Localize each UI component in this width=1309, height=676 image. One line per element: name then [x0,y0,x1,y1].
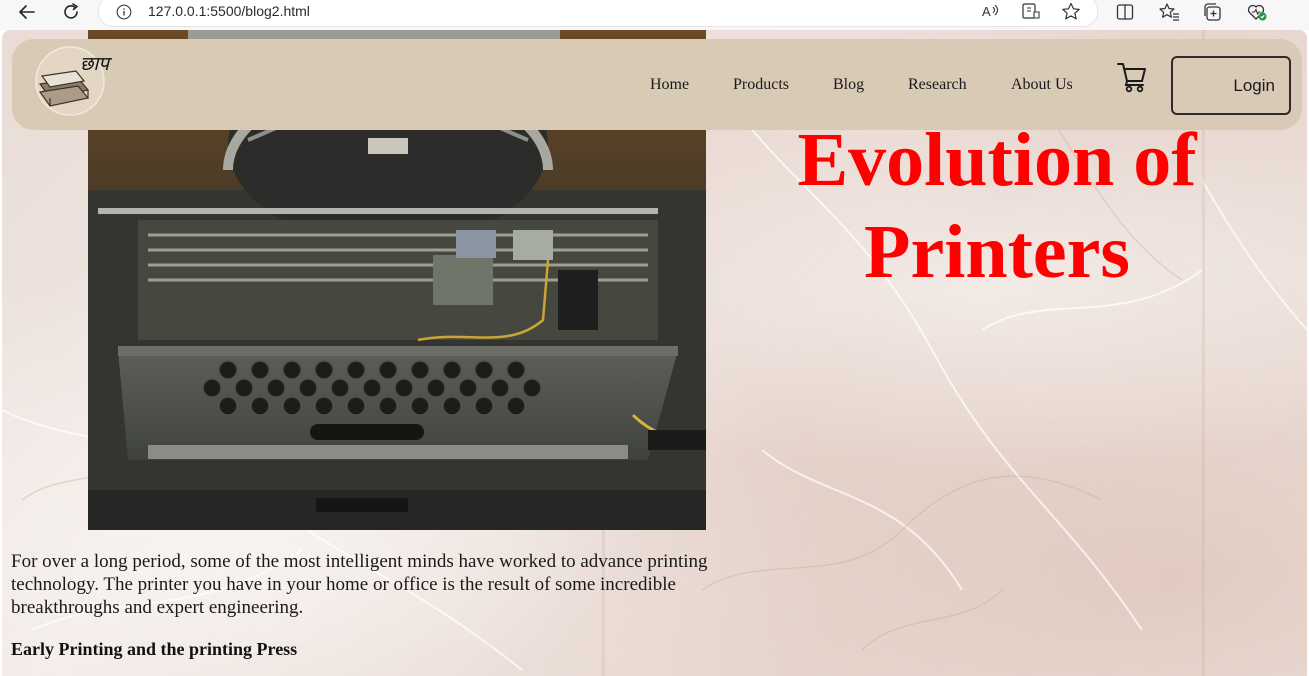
intro-paragraph: For over a long period, some of the most… [11,551,708,618]
nav-blog-link[interactable]: Blog [833,76,864,94]
cart-icon[interactable] [1115,59,1149,93]
url-text[interactable]: 127.0.0.1:5500/blog2.html [148,3,310,19]
favorite-star-icon[interactable] [1060,1,1082,21]
immersive-reader-icon[interactable] [1020,1,1042,21]
read-aloud-icon[interactable]: A [980,1,1002,21]
split-screen-icon[interactable] [1113,1,1137,23]
svg-text:A: A [982,4,991,19]
books-logo-icon: छाप [35,46,113,116]
browser-essentials-icon[interactable] [1245,1,1269,23]
nav-products-link[interactable]: Products [733,76,789,94]
site-info-icon[interactable] [116,4,132,20]
brand-logo[interactable]: छाप [28,46,128,118]
nav-research-link[interactable]: Research [908,76,967,94]
page-title: Evolution of Printers [797,118,1197,294]
nav-about-us-link[interactable]: About Us [1011,76,1073,94]
reload-button[interactable] [57,0,85,24]
favorites-icon[interactable] [1157,1,1181,23]
nav-home-link[interactable]: Home [650,76,689,94]
browser-toolbar: 127.0.0.1:5500/blog2.html A [0,0,1309,30]
reload-icon [64,3,78,19]
back-arrow-icon [19,5,35,19]
address-bar[interactable]: 127.0.0.1:5500/blog2.html A [99,0,1097,26]
back-button[interactable] [13,0,41,24]
collections-icon[interactable] [1201,1,1225,23]
page-viewport: छाप Home Products Blog Research About Us… [2,30,1307,676]
login-button[interactable]: Login [1171,56,1291,115]
section-heading: Early Printing and the printing Press [11,639,298,659]
logo-wordmark: छाप [80,53,113,75]
